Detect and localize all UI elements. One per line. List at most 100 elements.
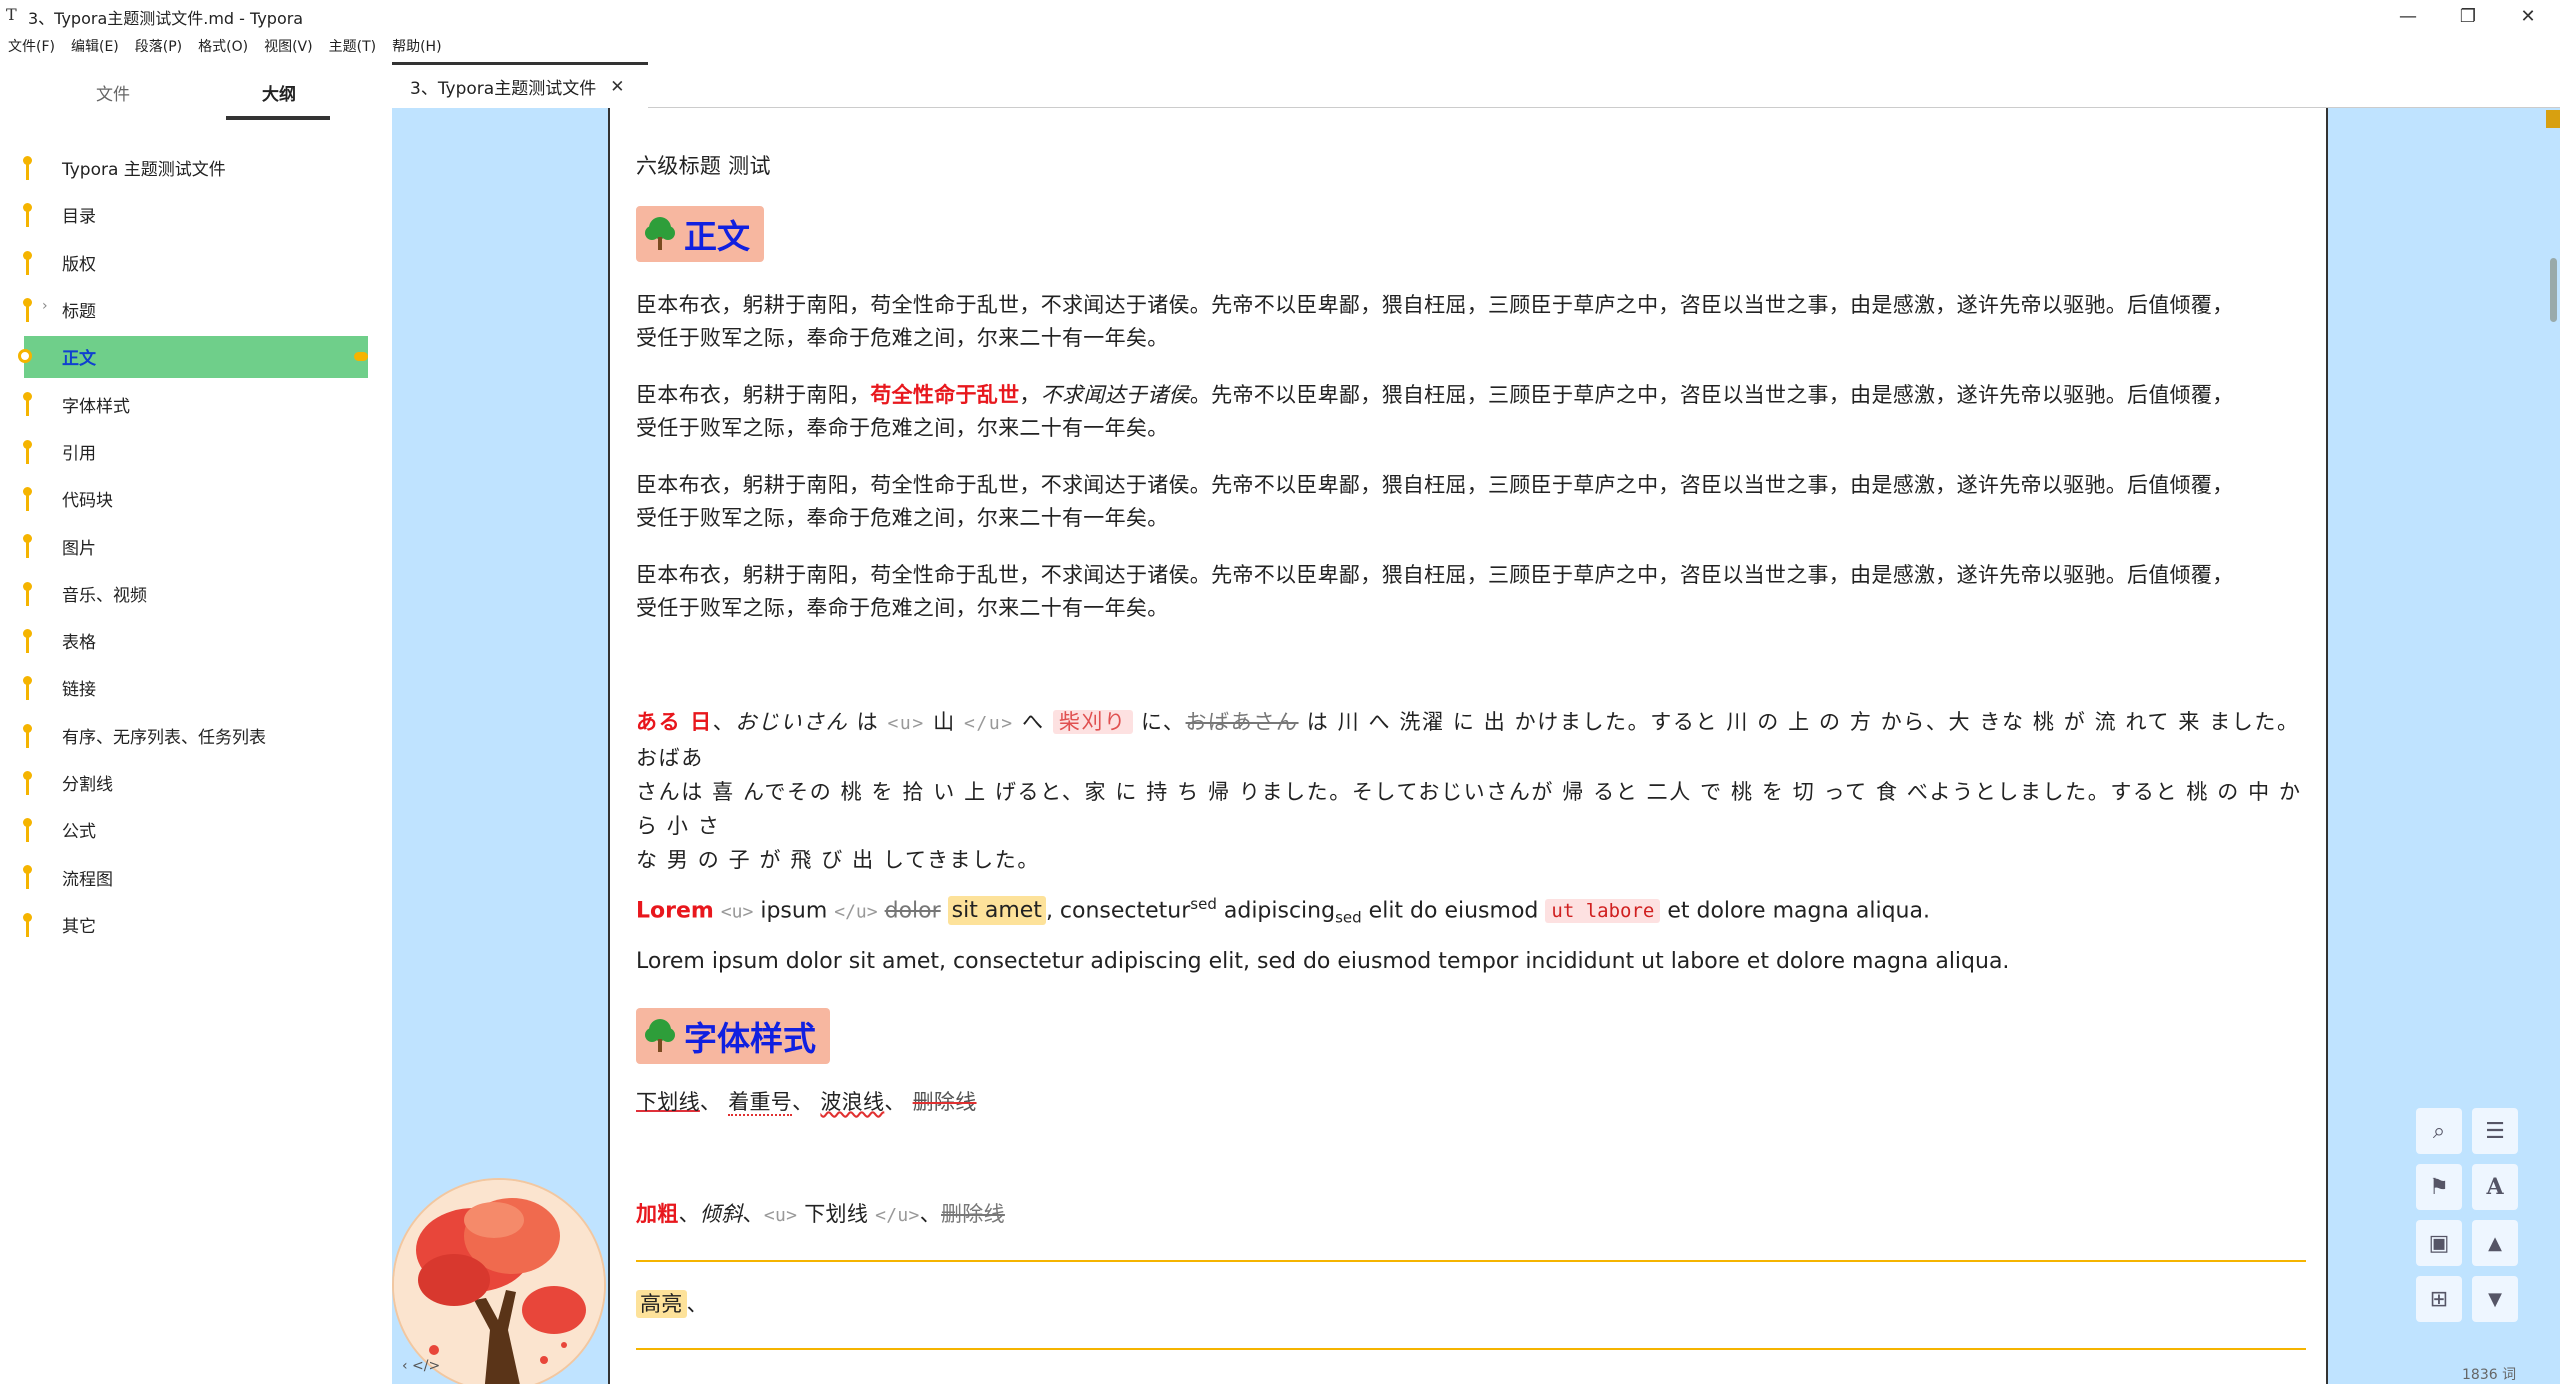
subscript-text: sed <box>1335 908 1362 927</box>
search-icon[interactable]: ⌕ <box>2416 1108 2462 1154</box>
vertical-scrollbar[interactable] <box>2546 108 2560 1384</box>
horizontal-rule <box>636 1260 2306 1262</box>
close-tab-icon[interactable]: ✕ <box>610 77 624 97</box>
tab-files[interactable]: 文件 <box>96 80 130 105</box>
outline-item[interactable]: 图片 <box>0 522 392 569</box>
document-page[interactable]: 六级标题 测试 正文 臣本布衣，躬耕于南阳，苟全性命于乱世，不求闻达于诸侯。先帝… <box>608 108 2328 1384</box>
strikethrough-text: 删除线 <box>912 1090 977 1114</box>
text-run: ， <box>1019 383 1041 407</box>
html-tag: </u> <box>834 901 878 923</box>
pin-icon <box>22 392 32 417</box>
strikethrough-text: 删除线 <box>941 1202 1005 1226</box>
outline-item[interactable]: 流程图 <box>0 853 392 900</box>
text-run: 、 <box>919 1202 941 1226</box>
font-icon[interactable]: A <box>2472 1164 2518 1210</box>
tree-icon <box>645 217 675 250</box>
minimize-button[interactable]: — <box>2380 0 2436 32</box>
text-run: は <box>848 710 888 734</box>
outline-item[interactable]: 正文 <box>0 333 392 380</box>
pin-icon <box>22 581 32 606</box>
pin-icon <box>22 628 32 653</box>
font-style-line: 下划线、 着重号、 波浪线、 删除线 <box>636 1086 977 1119</box>
outline-item[interactable]: › 标题 <box>0 286 392 333</box>
outline-item[interactable]: Typora 主题测试文件 <box>0 144 392 191</box>
sidebar: 文件 大纲 Typora 主题测试文件 目录 版权 › 标题 正文 字体样式 引用 代码块图片音… <box>0 62 392 1384</box>
paragraph-line: 臣本布衣，躬耕于南阳，苟全性命于乱世，不求闻达于诸侯。先帝不以臣卑鄙，猥自枉屈，… <box>636 379 2234 412</box>
heading-body-text: 正文 <box>684 217 750 256</box>
pin-icon <box>22 912 32 937</box>
outline-item[interactable]: 字体样式 <box>0 380 392 427</box>
outline-item[interactable]: 有序、无序列表、任务列表 <box>0 712 392 759</box>
paragraph-line: 受任于败军之际，奉命于危难之间，尔来二十有一年矣。 <box>636 506 1169 530</box>
menu-format[interactable]: 格式(O) <box>190 34 256 60</box>
sidebar-toggle-icons[interactable]: ‹ </> <box>402 1358 440 1374</box>
japanese-paragraph: ある 日、おじいさん は <u> 山 </u> へ 柴刈り に、おばあさん は … <box>636 705 2306 877</box>
window-title: 3、Typora主题测试文件.md - Typora <box>28 9 304 28</box>
outline-list: Typora 主题测试文件 目录 版权 › 标题 正文 字体样式 引用 代码块图片音乐、视频表格… <box>0 144 392 948</box>
outline-item[interactable]: 版权 <box>0 239 392 286</box>
scrollbar-thumb[interactable] <box>2550 258 2557 322</box>
menu-edit[interactable]: 编辑(E) <box>63 34 127 60</box>
outline-item[interactable]: 音乐、视频 <box>0 570 392 617</box>
document-tab-bar: 3、Typora主题测试文件 ✕ <box>392 62 2560 108</box>
image-icon[interactable]: ▣ <box>2416 1220 2462 1266</box>
italic-text: 不求闻达于诸侯 <box>1040 383 1190 407</box>
html-tag: <u> <box>887 713 925 734</box>
pin-icon <box>22 723 32 748</box>
close-window-button[interactable]: ✕ <box>2500 0 2556 32</box>
text-run: 。先帝不以臣卑鄙，猥自枉屈，三顾臣于草庐之中，咨臣以当世之事，由是感激，遂许先帝… <box>1189 383 2234 407</box>
scroll-up-icon[interactable]: ▲ <box>2472 1220 2518 1266</box>
typora-window: T 3、Typora主题测试文件.md - Typora — ❐ ✕ 文件(F)… <box>0 0 2560 1384</box>
paragraph-line: 受任于败军之际，奉命于危难之间，尔来二十有一年矣。 <box>636 416 1169 440</box>
bold-text: Lorem <box>636 898 714 924</box>
outline-item[interactable]: 分割线 <box>0 759 392 806</box>
bold-text: 加粗 <box>636 1202 679 1226</box>
maximize-button[interactable]: ❐ <box>2440 0 2496 32</box>
paragraph-line: 臣本布衣，躬耕于南阳，苟全性命于乱世，不求闻达于诸侯。先帝不以臣卑鄙，猥自枉屈，… <box>636 563 2234 587</box>
outline-icon[interactable]: ☰ <box>2472 1108 2518 1154</box>
paragraph-line: 受任于败军之际，奉命于危难之间，尔来二十有一年矣。 <box>636 596 1169 620</box>
menu-help[interactable]: 帮助(H) <box>384 34 449 60</box>
html-tag: </u> <box>875 1205 920 1226</box>
text-run: , consectetur <box>1045 898 1191 924</box>
menu-file[interactable]: 文件(F) <box>0 34 63 60</box>
tree-avatar-image <box>392 1178 606 1384</box>
outline-item-label: 图片 <box>62 538 96 559</box>
superscript-text: sed <box>1190 895 1217 913</box>
text-run: 、 <box>712 710 736 734</box>
scroll-down-icon[interactable]: ▼ <box>2472 1276 2518 1322</box>
pin-icon <box>22 770 32 795</box>
paragraph-2: 臣本布衣，躬耕于南阳，苟全性命于乱世，不求闻达于诸侯。先帝不以臣卑鄙，猥自枉屈，… <box>636 379 2234 445</box>
text-run: et dolore magna aliqua. <box>1660 898 1930 924</box>
text-run: 下划线 <box>797 1202 876 1226</box>
outline-item-label: 表格 <box>62 633 96 654</box>
outline-item[interactable]: 代码块 <box>0 475 392 522</box>
bold-text: 苟全性命于乱世 <box>870 383 1020 407</box>
italic-text: 倾斜 <box>699 1202 743 1226</box>
chevron-right-icon[interactable]: › <box>42 298 48 314</box>
menu-paragraph[interactable]: 段落(P) <box>127 34 190 60</box>
italic-text: おじいさん <box>735 710 849 734</box>
sitemap-icon[interactable]: ⊞ <box>2416 1276 2462 1322</box>
word-count[interactable]: 1836 词 <box>2462 1364 2516 1384</box>
outline-item[interactable]: 其它 <box>0 901 392 948</box>
menu-view[interactable]: 视图(V) <box>256 34 321 60</box>
html-style-line: 加粗、倾斜、<u> 下划线 </u>、删除线 <box>636 1198 1005 1232</box>
paragraph-line: さんは 喜 んでその 桃 を 拾 い 上 げると、家 に 持 ち 帰 りました。… <box>636 780 2302 838</box>
outline-item[interactable]: 目录 <box>0 191 392 238</box>
bookmark-icon[interactable]: ⚑ <box>2416 1164 2462 1210</box>
outline-item[interactable]: 表格 <box>0 617 392 664</box>
text-run: 臣本布衣，躬耕于南阳， <box>636 383 871 407</box>
menu-theme[interactable]: 主题(T) <box>321 34 384 60</box>
outline-item[interactable]: 链接 <box>0 664 392 711</box>
paragraph-line: 臣本布衣，躬耕于南阳，苟全性命于乱世，不求闻达于诸侯。先帝不以臣卑鄙，猥自枉屈，… <box>636 293 2234 317</box>
paragraph-line: ある 日、おじいさん は <u> 山 </u> へ 柴刈り に、おばあさん は … <box>636 705 2306 775</box>
text-run: に、 <box>1132 710 1186 734</box>
sidebar-tabs: 文件 大纲 <box>0 62 392 122</box>
document-tab[interactable]: 3、Typora主题测试文件 ✕ <box>392 62 648 108</box>
paragraph-1: 臣本布衣，躬耕于南阳，苟全性命于乱世，不求闻达于诸侯。先帝不以臣卑鄙，猥自枉屈，… <box>636 289 2234 355</box>
outline-item[interactable]: 公式 <box>0 806 392 853</box>
tab-outline[interactable]: 大纲 <box>262 80 296 105</box>
pin-icon <box>22 487 32 512</box>
outline-item[interactable]: 引用 <box>0 428 392 475</box>
